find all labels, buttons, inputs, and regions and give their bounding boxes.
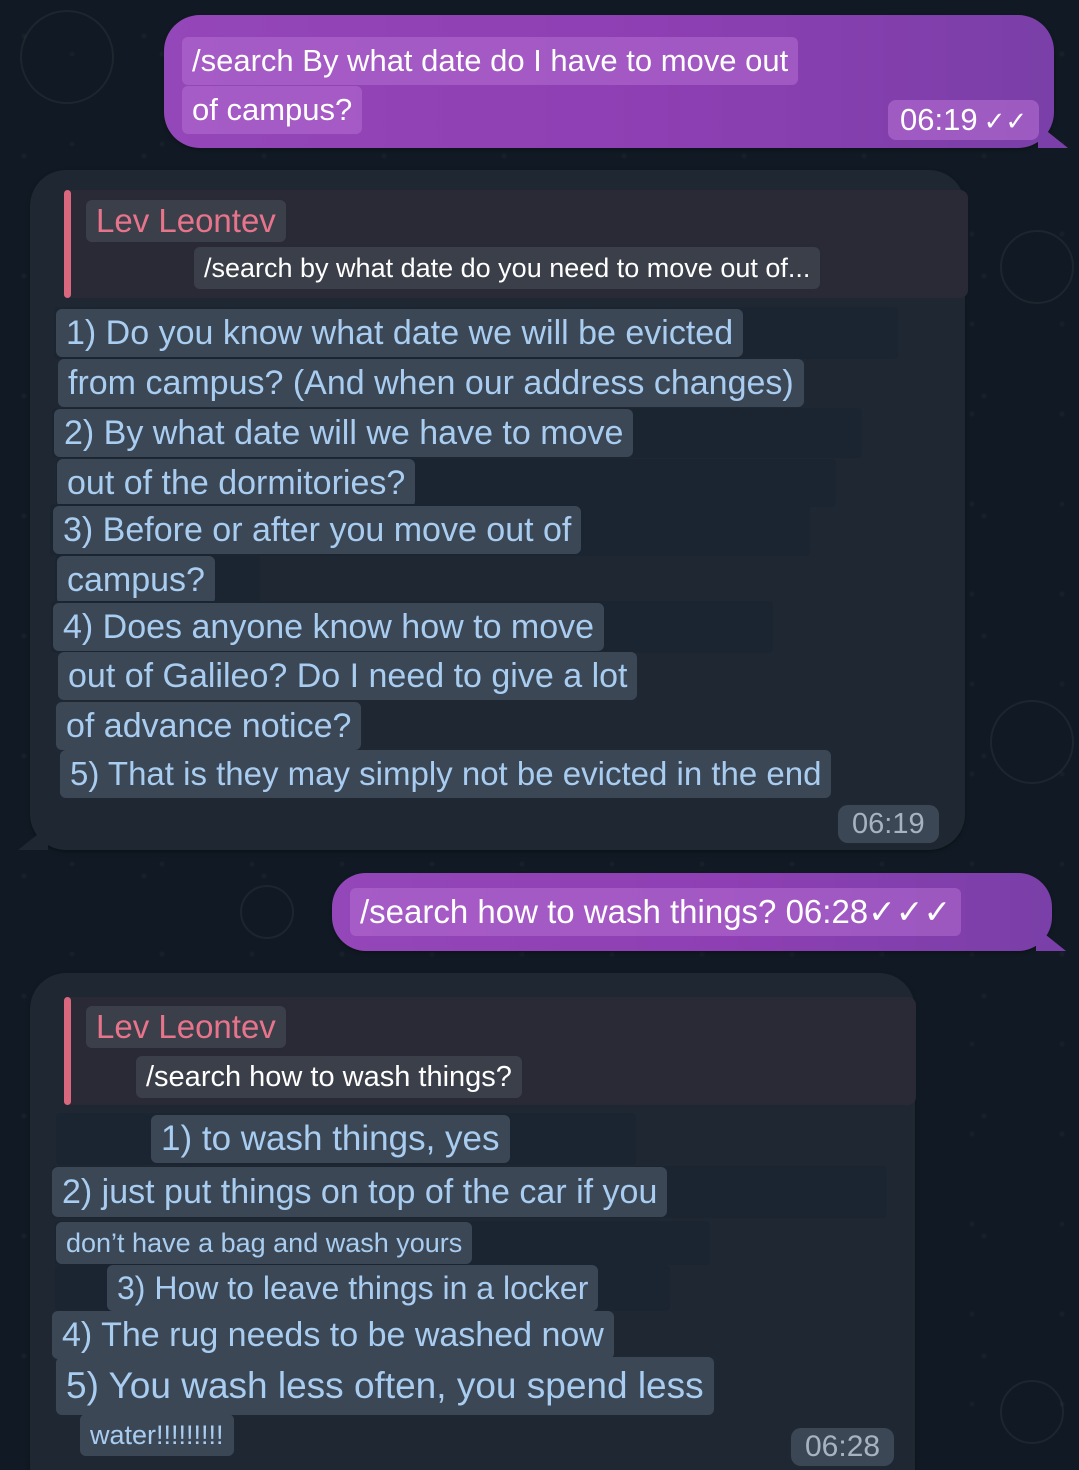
message-line: 4) Does anyone know how to move bbox=[53, 603, 605, 651]
message-line: 1) to wash things, yes bbox=[151, 1115, 510, 1163]
quote-accent-bar bbox=[64, 997, 71, 1105]
reply-quote[interactable]: Lev Leontev /search by what date do you … bbox=[64, 190, 968, 298]
message-line: campus? bbox=[57, 556, 215, 604]
message-line: 2) By what date will we have to move bbox=[54, 409, 634, 457]
wallpaper-doodle bbox=[1000, 1380, 1064, 1444]
quote-text: /search by what date do you need to move… bbox=[194, 247, 821, 289]
message-line: 1) Do you know what date we will be evic… bbox=[56, 309, 744, 357]
reply-quote[interactable]: Lev Leontev /search how to wash things? bbox=[64, 997, 916, 1105]
timestamp-text: 06:19 bbox=[900, 102, 978, 137]
message-line: 5) That is they may simply not be evicte… bbox=[60, 750, 832, 798]
quote-text: /search how to wash things? bbox=[136, 1056, 522, 1098]
message-timestamp: 06:28 bbox=[791, 1428, 895, 1466]
wallpaper-doodle bbox=[240, 885, 294, 939]
message-line: out of Galileo? Do I need to give a lot bbox=[58, 652, 638, 700]
quote-accent-bar bbox=[64, 190, 71, 298]
message-line: 3) How to leave things in a locker bbox=[107, 1265, 599, 1311]
double-check-icon: ✓✓ bbox=[983, 106, 1028, 136]
wallpaper-doodle bbox=[20, 10, 114, 104]
message-line: /search By what date do I have to move o… bbox=[182, 37, 799, 85]
message-line: of campus? bbox=[182, 86, 363, 134]
message-line: water!!!!!!!!! bbox=[80, 1414, 234, 1456]
message-line: of advance notice? bbox=[56, 702, 362, 750]
incoming-message[interactable]: Lev Leontev /search how to wash things? … bbox=[30, 973, 916, 1470]
message-line: 5) You wash less often, you spend less bbox=[56, 1357, 714, 1415]
message-line: out of the dormitories? bbox=[57, 459, 416, 507]
outgoing-message[interactable]: /search By what date do I have to move o… bbox=[164, 15, 1068, 148]
message-timestamp: 06:19 bbox=[838, 805, 939, 843]
message-line: 4) The rug needs to be washed now bbox=[52, 1311, 614, 1359]
quote-sender-name: Lev Leontev bbox=[86, 200, 286, 242]
message-line: 3) Before or after you move out of bbox=[53, 506, 582, 554]
message-timestamp: 06:19 ✓✓ bbox=[888, 100, 1040, 140]
message-line: 2) just put things on top of the car if … bbox=[52, 1167, 668, 1217]
wallpaper-doodle bbox=[1000, 230, 1074, 304]
message-line: /search how to wash things? 06:28✓✓✓ bbox=[350, 888, 962, 936]
message-line: don’t have a bag and wash yours bbox=[56, 1222, 473, 1264]
incoming-message[interactable]: Lev Leontev /search by what date do you … bbox=[18, 170, 968, 850]
quote-sender-name: Lev Leontev bbox=[86, 1006, 286, 1048]
message-line: from campus? (And when our address chang… bbox=[58, 359, 804, 407]
outgoing-message[interactable]: /search how to wash things? 06:28✓✓✓ bbox=[332, 873, 1066, 951]
wallpaper-doodle bbox=[990, 700, 1074, 784]
